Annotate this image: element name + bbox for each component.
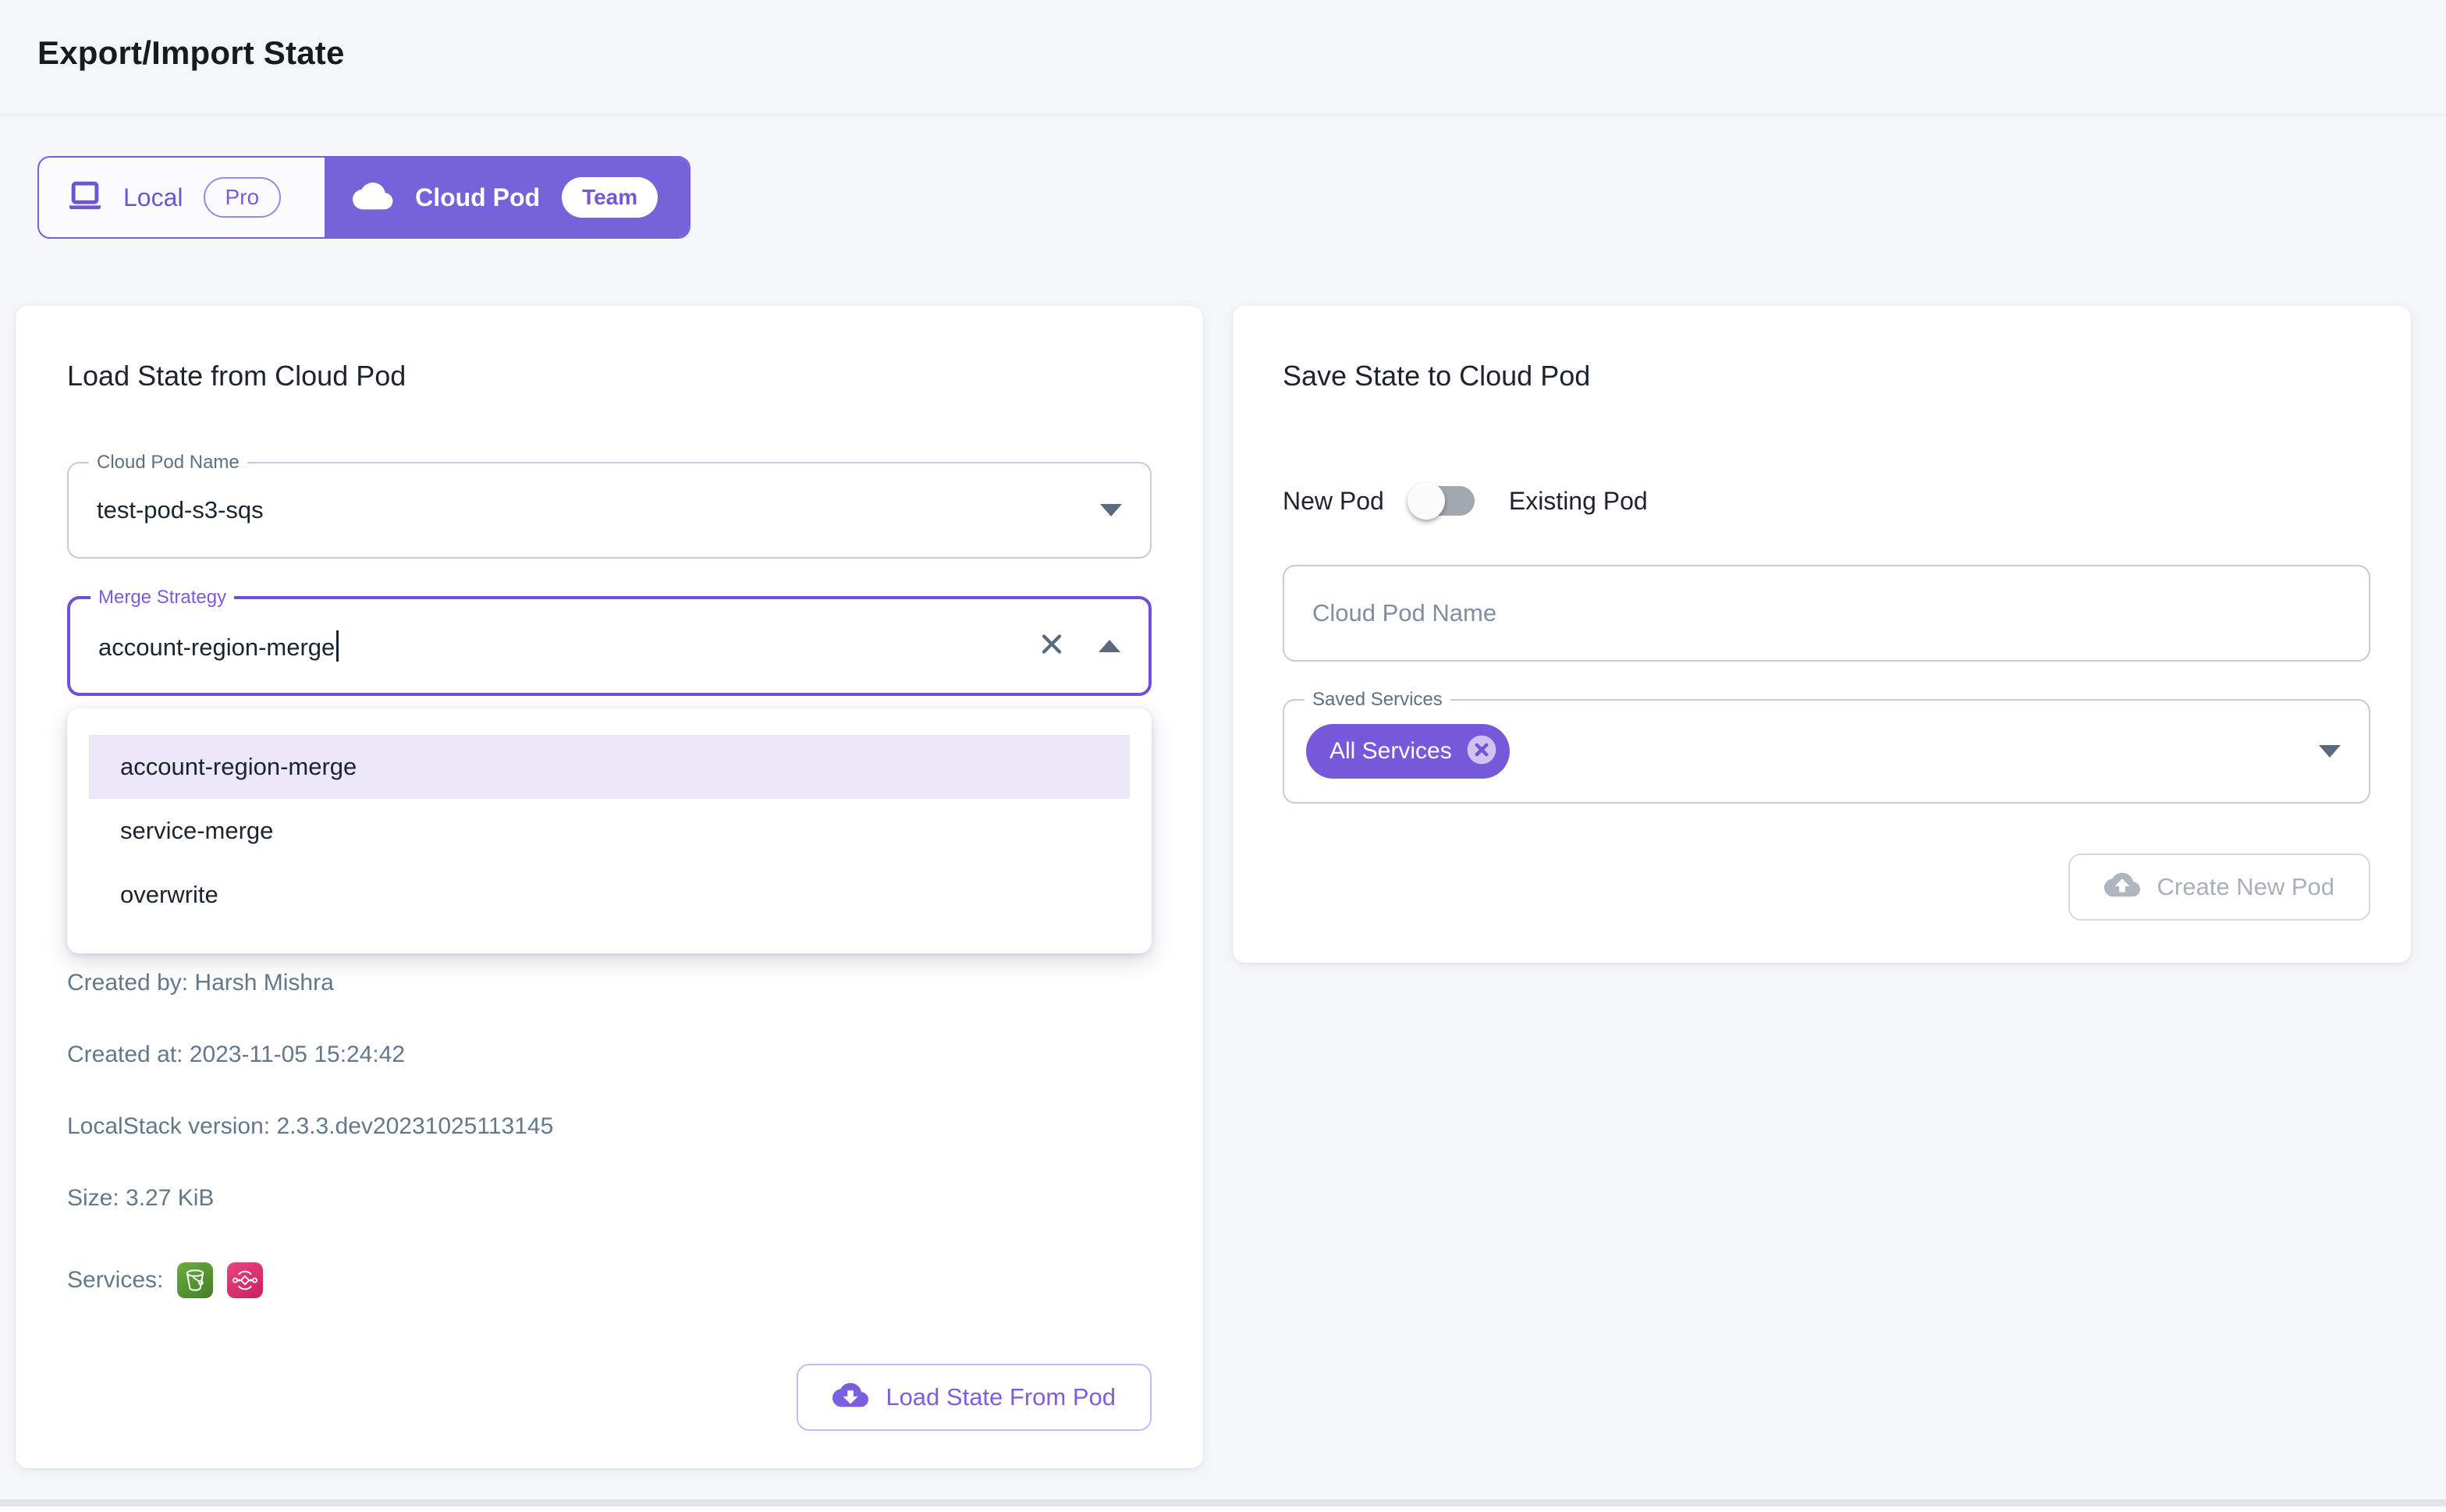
- localstack-version-text: LocalStack version: 2.3.3.dev20231025113…: [67, 1113, 1152, 1141]
- create-button-row: Create New Pod: [1283, 804, 2370, 921]
- load-button-label: Load State From Pod: [886, 1383, 1116, 1411]
- chevron-down-icon[interactable]: [1100, 504, 1122, 516]
- option-account-region-merge[interactable]: account-region-merge: [89, 735, 1130, 799]
- merge-strategy-label: Merge Strategy: [91, 586, 234, 609]
- tab-local-label: Local: [123, 183, 183, 212]
- create-button-label: Create New Pod: [2157, 873, 2334, 901]
- header-divider: [0, 114, 2446, 115]
- load-state-card: Load State from Cloud Pod Cloud Pod Name…: [16, 306, 1203, 1468]
- created-by-text: Created by: Harsh Mishra: [67, 969, 1152, 997]
- option-service-merge[interactable]: service-merge: [89, 799, 1130, 863]
- merge-strategy-listbox: account-region-merge service-merge overw…: [67, 708, 1152, 953]
- cloud-pod-name-select-label: Cloud Pod Name: [89, 451, 247, 474]
- text-caret: [336, 630, 339, 662]
- toggle-thumb: [1408, 482, 1445, 520]
- tab-cloud-pod-label: Cloud Pod: [415, 183, 540, 212]
- chevron-up-icon[interactable]: [1099, 640, 1120, 652]
- existing-pod-label: Existing Pod: [1509, 487, 1648, 516]
- created-at-text: Created at: 2023-11-05 15:24:42: [67, 1041, 1152, 1069]
- new-pod-label: New Pod: [1283, 487, 1384, 516]
- horizontal-scrollbar[interactable]: [0, 1500, 2446, 1507]
- pro-badge: Pro: [204, 177, 282, 218]
- chip-delete-icon[interactable]: [1464, 733, 1499, 771]
- existing-pod-toggle[interactable]: [1408, 477, 1486, 524]
- save-state-card: Save State to Cloud Pod New Pod Existing…: [1233, 306, 2411, 963]
- export-import-state-page: Export/Import State Local Pro Cloud Pod …: [0, 0, 2446, 1512]
- size-text: Size: 3.27 KiB: [67, 1184, 1152, 1212]
- services-row: Services:: [67, 1262, 1152, 1298]
- team-badge: Team: [562, 177, 658, 218]
- content-area: Load State from Cloud Pod Cloud Pod Name…: [16, 306, 2411, 1468]
- load-button-row: Load State From Pod: [67, 1298, 1152, 1431]
- page-header: Export/Import State: [0, 0, 2446, 114]
- tab-cloud-pod[interactable]: Cloud Pod Team: [325, 158, 689, 237]
- s3-service-icon: [177, 1262, 213, 1298]
- load-card-title: Load State from Cloud Pod: [67, 357, 1152, 395]
- merge-strategy-combobox[interactable]: Merge Strategy account-region-merge: [67, 596, 1152, 696]
- cloud-pod-name-select-value: test-pod-s3-sqs: [69, 496, 264, 524]
- cloud-upload-icon: [2104, 871, 2140, 903]
- saved-services-select[interactable]: Saved Services All Services: [1283, 699, 2370, 804]
- load-state-from-pod-button[interactable]: Load State From Pod: [797, 1364, 1152, 1431]
- pod-mode-switch-row: New Pod Existing Pod: [1283, 477, 2370, 524]
- all-services-chip-label: All Services: [1330, 738, 1452, 765]
- option-overwrite[interactable]: overwrite: [89, 863, 1130, 927]
- new-pod-name-input[interactable]: [1284, 566, 2369, 660]
- save-card-title: Save State to Cloud Pod: [1283, 357, 2370, 395]
- tab-local[interactable]: Local Pro: [39, 158, 325, 237]
- cloud-icon: [353, 181, 393, 215]
- new-pod-name-field: [1283, 565, 2370, 662]
- cloud-pod-name-select[interactable]: Cloud Pod Name test-pod-s3-sqs: [67, 462, 1152, 559]
- merge-strategy-value: account-region-merge: [70, 630, 339, 662]
- all-services-chip[interactable]: All Services: [1306, 724, 1510, 779]
- services-label: Services:: [67, 1267, 163, 1294]
- clear-icon[interactable]: [1036, 629, 1067, 664]
- sqs-service-icon: [227, 1262, 263, 1298]
- laptop-icon: [67, 180, 103, 215]
- chevron-down-icon[interactable]: [2319, 745, 2341, 758]
- cloud-download-icon: [832, 1381, 868, 1414]
- saved-services-label: Saved Services: [1305, 688, 1450, 712]
- page-bottom-edge: [0, 1507, 2446, 1512]
- mode-toggle-group: Local Pro Cloud Pod Team: [37, 156, 690, 239]
- page-title: Export/Import State: [37, 34, 2409, 72]
- create-new-pod-button[interactable]: Create New Pod: [2068, 854, 2370, 921]
